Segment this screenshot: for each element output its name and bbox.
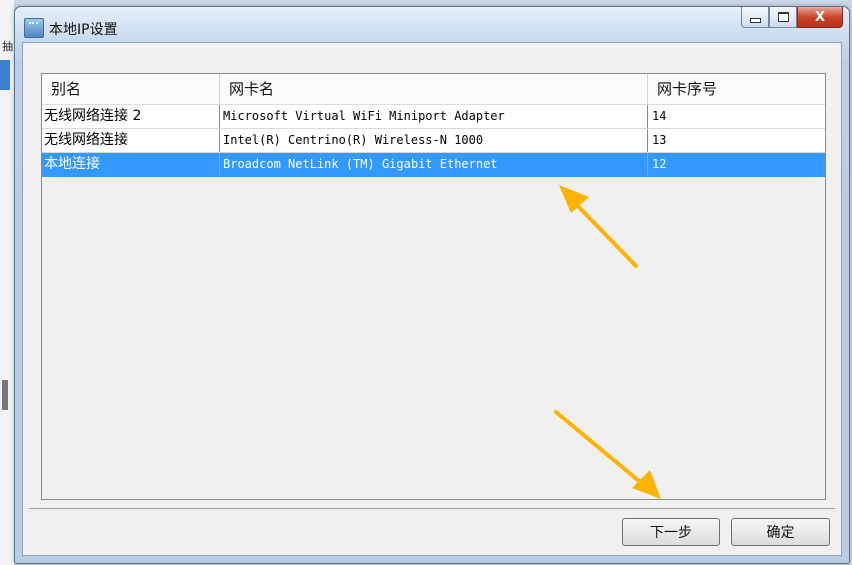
background-selection [0, 60, 10, 90]
dialog-window: 本地IP设置 X 别名 网卡名 网卡序号 无线网络连接 2 Microsoft … [14, 6, 850, 564]
column-header-alias[interactable]: 别名 [42, 74, 220, 104]
table-row[interactable]: 无线网络连接 Intel(R) Centrino(R) Wireless-N 1… [42, 129, 825, 153]
background-scrollbar [2, 380, 8, 410]
adapter-list[interactable]: 别名 网卡名 网卡序号 无线网络连接 2 Microsoft Virtual W… [41, 73, 826, 500]
client-area: 别名 网卡名 网卡序号 无线网络连接 2 Microsoft Virtual W… [22, 42, 842, 556]
column-header-index[interactable]: 网卡序号 [648, 74, 825, 104]
cell-adapter: Intel(R) Centrino(R) Wireless-N 1000 [220, 129, 648, 152]
minimize-button[interactable] [741, 7, 769, 28]
table-row-selected[interactable]: 本地连接 Broadcom NetLink (TM) Gigabit Ether… [42, 153, 825, 177]
cell-adapter: Microsoft Virtual WiFi Miniport Adapter [220, 105, 648, 128]
cell-index: 12 [652, 157, 667, 171]
cell-alias: 本地连接 [42, 153, 220, 176]
close-icon: X [814, 9, 826, 25]
ok-button[interactable]: 确定 [731, 518, 830, 546]
cell-index: 13 [652, 133, 667, 147]
minimize-icon [749, 17, 761, 23]
table-header: 别名 网卡名 网卡序号 [42, 74, 825, 105]
cell-index: 14 [652, 109, 667, 123]
column-header-adapter[interactable]: 网卡名 [220, 74, 648, 104]
cell-alias: 无线网络连接 2 [42, 105, 220, 128]
background-window-fragment: 抽 [0, 0, 14, 565]
window-title: 本地IP设置 [49, 22, 118, 38]
background-label: 抽 [2, 40, 13, 53]
close-button[interactable]: X [797, 7, 843, 28]
cell-alias: 无线网络连接 [42, 129, 220, 152]
network-settings-icon [24, 18, 44, 38]
table-row[interactable]: 无线网络连接 2 Microsoft Virtual WiFi Miniport… [42, 105, 825, 129]
maximize-button[interactable] [769, 7, 797, 28]
caption-buttons: X [741, 7, 843, 29]
cell-adapter: Broadcom NetLink (TM) Gigabit Ethernet [220, 153, 648, 176]
button-bar: 下一步 确定 [29, 508, 835, 549]
table-body: 无线网络连接 2 Microsoft Virtual WiFi Miniport… [42, 105, 825, 177]
next-step-button[interactable]: 下一步 [622, 518, 720, 546]
maximize-icon [777, 12, 789, 22]
title-bar[interactable]: 本地IP设置 X [15, 7, 849, 43]
